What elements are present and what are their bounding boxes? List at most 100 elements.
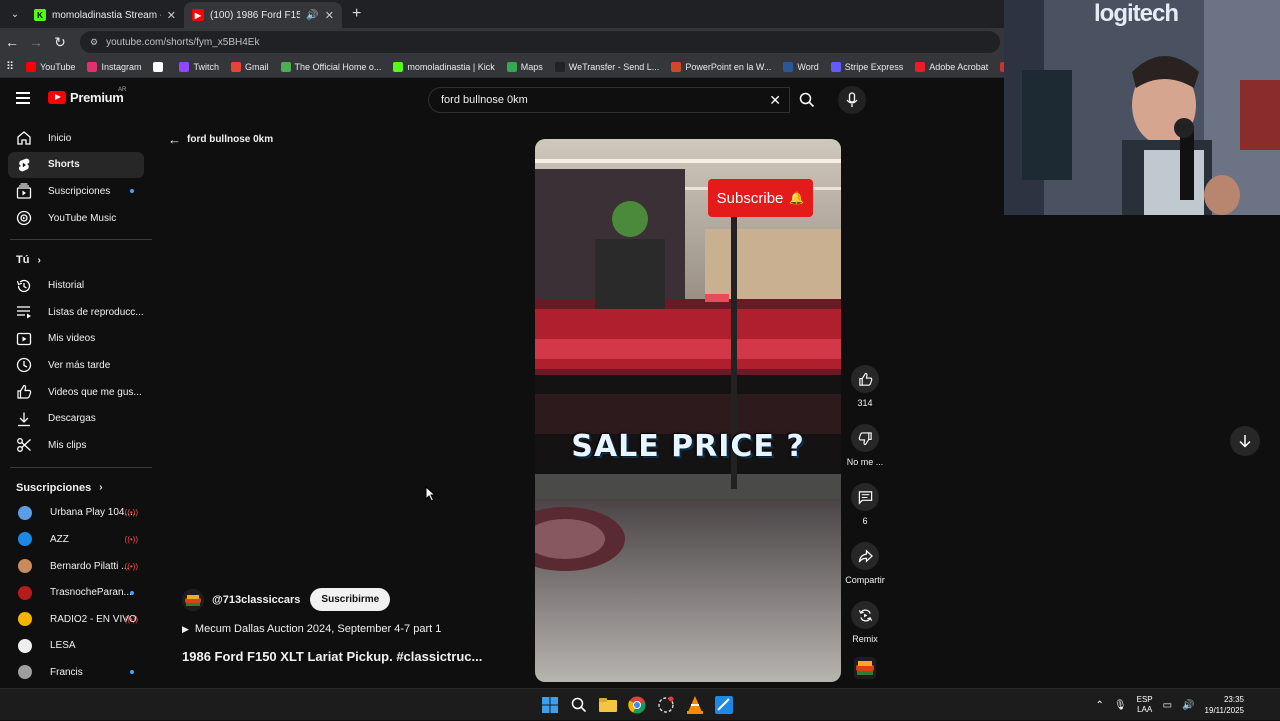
volume-icon[interactable]: 🔊 [1182, 700, 1194, 711]
sidebar-item-music[interactable]: YouTube Music [8, 205, 144, 232]
video-title[interactable]: 1986 Ford F150 XLT Lariat Pickup. #class… [182, 649, 482, 664]
sidebar-item-subscription[interactable]: Francis [8, 659, 144, 686]
bookmark-label: Twitch [193, 61, 219, 72]
remix-button[interactable]: Remix [840, 601, 890, 660]
sidebar-item-subscription[interactable]: AZZ ((•)) [8, 526, 144, 553]
bookmark-label: The Official Home o... [294, 61, 382, 72]
browser-tab-youtube[interactable]: ▶ (100) 1986 Ford F150 XLT L 🔊 ✕ [184, 2, 342, 28]
sidebar-item-label: Videos que me gus... [48, 386, 142, 398]
bookmark-item[interactable]: Instagram [87, 61, 141, 72]
channel-avatar [18, 505, 32, 520]
address-bar[interactable]: ⚙ youtube.com/shorts/fym_x5BH4Ek [80, 31, 1000, 53]
show-hidden-icons-chevron-icon[interactable]: ⌃ [1096, 700, 1104, 711]
site-info-icon[interactable]: ⚙ [90, 37, 98, 48]
back-button[interactable]: ← [0, 34, 24, 50]
bookmark-favicon-icon [915, 61, 926, 72]
bookmark-item[interactable]: momoladinastia | Kick [393, 61, 495, 72]
bookmark-favicon-icon [783, 61, 794, 72]
close-tab-icon[interactable]: ✕ [325, 9, 334, 22]
app-icon[interactable] [656, 695, 676, 715]
like-button[interactable]: 314 [840, 365, 890, 424]
language-indicator[interactable]: ESP LAA [1137, 695, 1153, 715]
sidebar-item-subscription[interactable]: Bernardo Pilatti ... ((•)) [8, 553, 144, 580]
reload-button[interactable]: ↻ [48, 34, 72, 51]
clear-search-icon[interactable]: ✕ [769, 92, 781, 109]
speaker-icon[interactable]: 🔊 [306, 10, 318, 21]
sidebar-item-liked[interactable]: Videos que me gus... [8, 379, 144, 406]
bookmark-item[interactable]: WeTransfer - Send L... [554, 61, 659, 72]
bookmark-label: PowerPoint en la W... [685, 61, 772, 72]
channel-avatar [18, 559, 32, 574]
bookmark-item[interactable]: Word [783, 61, 819, 72]
microphone-icon[interactable]: 🎙 [1114, 700, 1127, 711]
share-button[interactable]: Compartir [840, 542, 890, 601]
dislike-button[interactable]: No me ... [840, 424, 890, 483]
comment-button[interactable]: 6 [840, 483, 890, 542]
search-icon[interactable] [569, 695, 589, 715]
subscribe-button[interactable]: Suscribirme [310, 588, 391, 611]
new-content-dot [130, 189, 134, 194]
apps-icon[interactable]: ⠿ [6, 60, 14, 73]
bookmark-item[interactable]: Gmail [230, 61, 269, 72]
sidebar-item-history[interactable]: Historial [8, 272, 144, 299]
bookmark-item[interactable]: The Official Home o... [280, 61, 382, 72]
sidebar-item-playlists[interactable]: Listas de reproducc... [8, 299, 144, 326]
sidebar-item-download[interactable]: Descargas [8, 405, 144, 432]
youtube-icon: ▶ [192, 9, 204, 21]
sidebar-item-subscription[interactable]: LESA [8, 633, 144, 660]
file-explorer-icon[interactable] [598, 695, 618, 715]
close-tab-icon[interactable]: ✕ [167, 9, 176, 22]
sidebar-item-subscriptions[interactable]: Suscripciones [8, 178, 144, 205]
channel-avatar [18, 665, 32, 680]
playlist-link[interactable]: ▶ Mecum Dallas Auction 2024, September 4… [182, 623, 441, 635]
play-icon: ▶ [182, 623, 189, 634]
bookmark-item[interactable] [153, 61, 167, 72]
kick-icon: K [34, 9, 46, 21]
search-box[interactable]: ford bullnose 0km ✕ [428, 87, 790, 113]
vlc-icon[interactable] [685, 695, 705, 715]
search-input[interactable]: ford bullnose 0km [441, 94, 528, 106]
bookmark-favicon-icon [280, 61, 291, 72]
search-button[interactable] [790, 87, 824, 113]
network-icon[interactable]: ▭ [1163, 700, 1172, 711]
windows-start-icon[interactable] [540, 695, 560, 715]
sidebar-item-watch-later[interactable]: Ver más tarde [8, 352, 144, 379]
bookmark-item[interactable]: Twitch [179, 61, 219, 72]
new-tab-button[interactable]: + [352, 5, 361, 23]
search-icon [799, 92, 815, 108]
bookmark-item[interactable]: PowerPoint en la W... [671, 61, 772, 72]
live-icon: ((•)) [124, 561, 138, 571]
sidebar-item-subscription[interactable]: TrasnocheParan... [8, 579, 144, 606]
new-content-dot [130, 670, 134, 675]
sidebar-item-my-videos[interactable]: Mis videos [8, 326, 144, 353]
audio-source-avatar[interactable] [854, 657, 876, 679]
bookmark-item[interactable]: Stripe Express [830, 61, 903, 72]
app-icon[interactable] [714, 695, 734, 715]
youtube-premium-logo[interactable]: Premium AR [48, 87, 126, 105]
sidebar-item-home[interactable]: Inicio [8, 125, 144, 152]
browser-tab-kick[interactable]: K momoladinastia Stream - Watch ✕ [26, 2, 184, 28]
sidebar-item-label: Shorts [48, 159, 80, 171]
sidebar-item-shorts[interactable]: Shorts [8, 151, 144, 179]
chrome-icon[interactable] [627, 695, 647, 715]
like-icon [851, 365, 879, 393]
back-to-search[interactable]: ← ford bullnose 0km [168, 132, 273, 147]
sidebar-item-clips[interactable]: Mis clips [8, 432, 144, 459]
you-section-header[interactable]: Tú › [0, 248, 154, 272]
bookmark-item[interactable]: Maps [506, 61, 543, 72]
sidebar-item-subscription[interactable]: Urbana Play 104.... ((•)) [8, 500, 144, 527]
channel-avatar[interactable] [182, 588, 204, 611]
tab-search-chevron-icon[interactable]: ⌄ [4, 3, 26, 25]
voice-search-button[interactable] [838, 86, 866, 114]
bookmark-item[interactable]: YouTube [26, 61, 75, 72]
channel-name[interactable]: @713classiccars [212, 594, 300, 606]
sidebar-item-subscription[interactable]: RADIO2 - EN VIVO ((•)) [8, 606, 144, 633]
bookmark-item[interactable]: Adobe Acrobat [915, 61, 988, 72]
clock[interactable]: 23:35 19/11/2025 [1205, 694, 1244, 716]
forward-button[interactable]: → [24, 34, 48, 50]
shorts-video-player[interactable]: Subscribe 🔔 SALE PRICE ? [535, 139, 841, 682]
next-short-button[interactable] [1230, 426, 1260, 456]
chevron-right-icon: › [37, 254, 41, 266]
subscriptions-section-header[interactable]: Suscripciones › [0, 476, 154, 500]
menu-icon[interactable] [16, 92, 30, 107]
